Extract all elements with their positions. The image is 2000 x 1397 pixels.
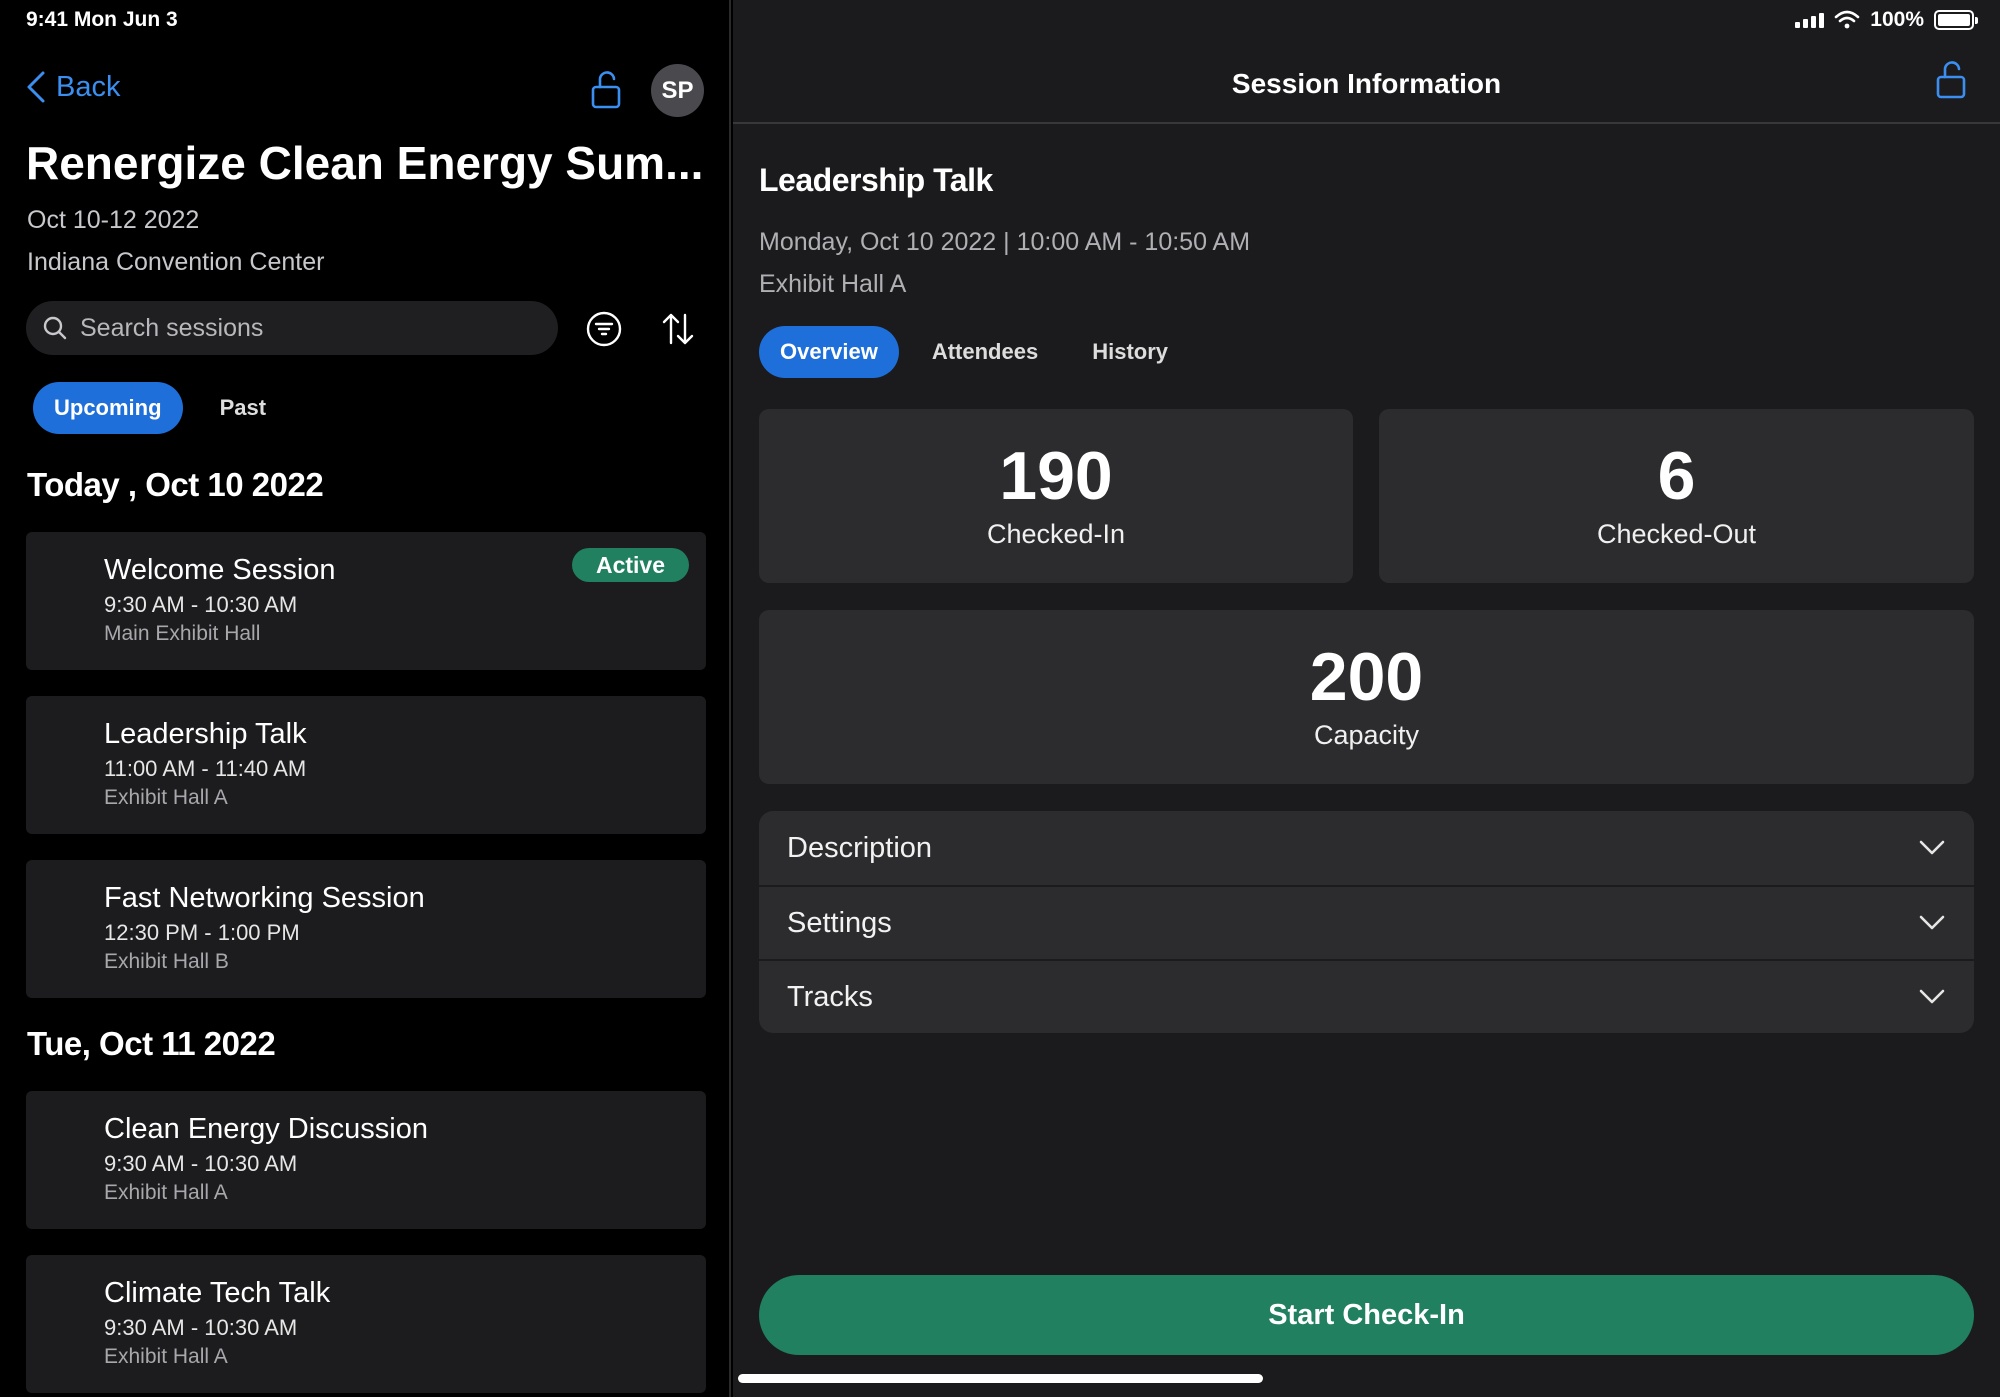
session-location: Exhibit Hall A	[104, 786, 228, 809]
checked-out-label: Checked-Out	[1596, 519, 1757, 549]
nav-divider	[733, 122, 2000, 124]
checked-in-stat: 190 Checked-In	[759, 409, 1353, 583]
session-time: 11:00 AM - 11:40 AM	[104, 756, 307, 781]
tab-attendees[interactable]: Attendees	[911, 326, 1059, 378]
chevron-down-icon	[1919, 840, 1945, 855]
description-section[interactable]: Description	[759, 811, 1974, 885]
capacity-stat: 200 Capacity	[759, 610, 1974, 784]
event-venue: Indiana Convention Center	[27, 248, 325, 276]
checked-out-count: 6	[1657, 438, 1696, 514]
day-header: Today , Oct 10 2022	[27, 466, 324, 503]
signal-icon	[1795, 12, 1825, 28]
search-icon	[43, 316, 67, 340]
checked-in-label: Checked-In	[986, 519, 1126, 549]
session-time: 9:30 AM - 10:30 AM	[104, 1315, 298, 1340]
session-location: Main Exhibit Hall	[104, 622, 261, 645]
chevron-left-icon	[27, 71, 45, 103]
session-card[interactable]: Fast Networking Session 12:30 PM - 1:00 …	[26, 860, 706, 998]
session-time-filter: Upcoming Past	[33, 382, 287, 434]
page-title: Session Information	[1231, 68, 1502, 99]
detail-tabs: Overview Attendees History	[759, 326, 1189, 378]
checked-out-stat: 6 Checked-Out	[1379, 409, 1974, 583]
session-card[interactable]: Welcome Session 9:30 AM - 10:30 AM Main …	[26, 532, 706, 670]
session-title: Climate Tech Talk	[104, 1277, 331, 1309]
session-location: Exhibit Hall A	[104, 1345, 228, 1368]
session-card[interactable]: Clean Energy Discussion 9:30 AM - 10:30 …	[26, 1091, 706, 1229]
tab-past[interactable]: Past	[199, 382, 287, 434]
tab-history[interactable]: History	[1071, 326, 1189, 378]
event-title: Renergize Clean Energy Sum...	[26, 137, 704, 189]
checked-in-count: 190	[999, 438, 1113, 514]
sort-icon[interactable]	[660, 310, 696, 353]
session-card[interactable]: Leadership Talk 11:00 AM - 11:40 AM Exhi…	[26, 696, 706, 834]
wifi-icon	[1834, 10, 1860, 29]
tracks-section[interactable]: Tracks	[759, 959, 1974, 1033]
session-title: Fast Networking Session	[104, 882, 425, 914]
status-badge: Active	[571, 548, 689, 582]
unlock-icon[interactable]	[1934, 60, 1968, 105]
section-label: Tracks	[787, 980, 873, 1013]
status-time: 9:41 Mon Jun 3	[26, 8, 178, 31]
settings-section[interactable]: Settings	[759, 885, 1974, 959]
section-label: Description	[787, 831, 933, 864]
session-datetime: Monday, Oct 10 2022 | 10:00 AM - 10:50 A…	[759, 228, 1251, 256]
avatar[interactable]: SP	[651, 64, 704, 117]
start-check-in-button[interactable]: Start Check-In	[759, 1275, 1974, 1355]
battery-percent: 100%	[1870, 8, 1924, 31]
sessions-list-pane: 9:41 Mon Jun 3 Back SP Renergize Clean E…	[0, 0, 731, 1397]
back-button[interactable]: Back	[26, 70, 120, 104]
tab-upcoming[interactable]: Upcoming	[33, 382, 183, 434]
search-bar[interactable]	[26, 301, 558, 355]
session-time: 12:30 PM - 1:00 PM	[104, 920, 300, 945]
home-indicator[interactable]	[738, 1374, 1263, 1383]
search-input[interactable]	[80, 313, 520, 343]
battery-icon	[1934, 10, 1978, 30]
session-title: Clean Energy Discussion	[104, 1113, 428, 1145]
unlock-icon[interactable]	[588, 70, 624, 115]
chevron-down-icon	[1919, 915, 1945, 930]
capacity-count: 200	[1309, 639, 1424, 715]
session-title: Welcome Session	[104, 554, 336, 586]
session-time: 9:30 AM - 10:30 AM	[104, 1151, 298, 1176]
section-label: Settings	[787, 906, 892, 939]
session-card[interactable]: Climate Tech Talk 9:30 AM - 10:30 AM Exh…	[26, 1255, 706, 1393]
session-title: Leadership Talk	[104, 718, 307, 750]
day-header: Tue, Oct 11 2022	[27, 1025, 276, 1062]
session-title: Leadership Talk	[759, 162, 993, 198]
session-location: Exhibit Hall B	[104, 950, 229, 973]
status-indicators: 100%	[1795, 8, 1978, 32]
event-dates: Oct 10-12 2022	[27, 206, 200, 234]
capacity-label: Capacity	[1313, 720, 1420, 750]
session-location: Exhibit Hall A	[759, 270, 907, 298]
session-detail-pane: Session Information Leadership Talk Mond…	[733, 0, 2000, 1397]
back-label: Back	[56, 70, 121, 103]
session-sections: Description Settings Tracks	[759, 811, 1974, 1033]
filter-icon[interactable]	[585, 310, 623, 353]
chevron-down-icon	[1919, 989, 1945, 1004]
session-location: Exhibit Hall A	[104, 1181, 228, 1204]
tab-overview[interactable]: Overview	[759, 326, 899, 378]
session-time: 9:30 AM - 10:30 AM	[104, 592, 298, 617]
